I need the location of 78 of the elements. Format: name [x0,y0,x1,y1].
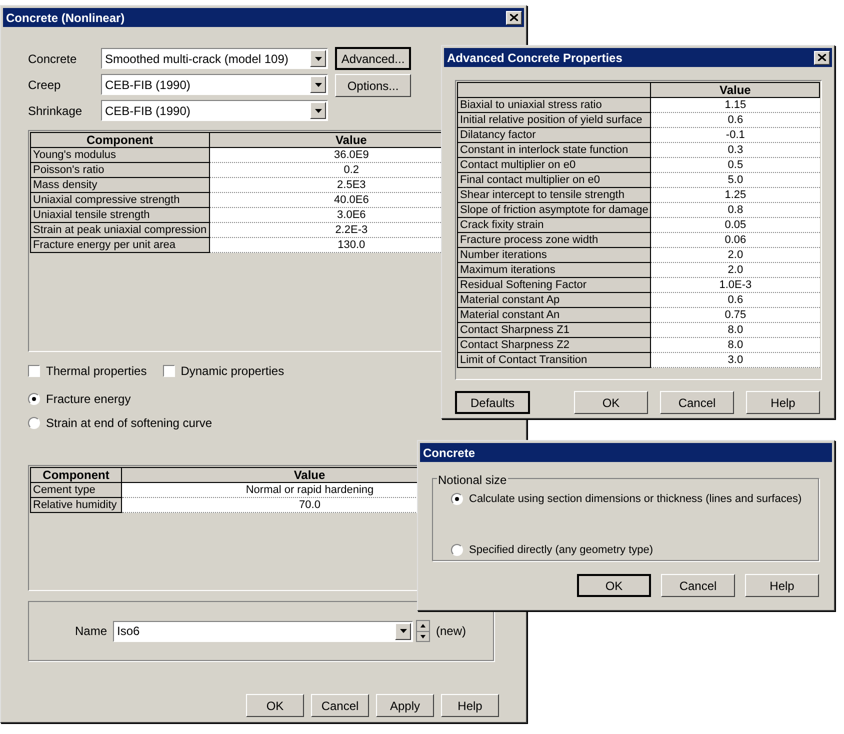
dialog-button[interactable]: Help [746,391,820,414]
dialog-button[interactable]: OK [246,694,304,717]
table-cell: Poisson's ratio [30,162,210,178]
dialog-button[interactable]: Cancel [661,574,735,597]
field-label: Creep [28,76,62,94]
radio-label: Specified directly (any geometry type) [469,542,654,558]
dropdown-field[interactable]: Iso6 [113,620,413,642]
table-cell: Strain at peak uniaxial compression [30,222,210,238]
radio-label: Fracture energy [46,391,131,408]
dialog-button[interactable]: OK [574,391,648,414]
table-cell: Contact multiplier on e0 [458,158,651,172]
table-cell: 3.0 [650,352,820,368]
table-cell: 0.8 [650,202,820,218]
field-label: Concrete [28,50,78,68]
column-header: Component [30,468,122,482]
window-title: Concrete [423,446,476,458]
table-cell: Dilatancy factor [458,128,651,142]
table-cell: 1.15 [650,98,820,112]
table-cell: 2.0 [650,248,820,262]
dialog-button[interactable]: Cancel [660,391,734,414]
dialog-button[interactable]: Help [441,694,499,717]
dialog-button[interactable]: Defaults [455,391,530,414]
table-cell: Uniaxial compressive strength [30,192,210,208]
table-cell: Material constant Ap [458,292,651,308]
table-cell: 1.25 [650,188,820,202]
table-cell: 0.3 [650,142,820,158]
dialog-button[interactable]: Options... [335,74,411,97]
table-cell: 0.06 [650,232,820,248]
table-cell: 0.75 [650,308,820,322]
table-cell: 8.0 [650,338,820,352]
field-label: Name [74,623,107,640]
table-cell: 0.6 [650,292,820,308]
dropdown-field[interactable]: CEB-FIB (1990) [101,74,328,95]
table-cell: Slope of friction asymptote for damage [458,202,651,218]
table-cell: Contact Sharpness Z1 [458,322,651,338]
dialog-button[interactable]: Cancel [311,694,369,717]
table-cell: Shear intercept to tensile strength [458,188,651,202]
table-cell: 8.0 [650,322,820,338]
table-cell: Residual Softening Factor [458,278,651,292]
window-title: Advanced Concrete Properties [447,52,622,64]
table-cell: Final contact multiplier on e0 [458,172,651,188]
column-header: Component [30,132,210,148]
radio-label: Strain at end of softening curve [46,415,212,432]
table-cell: Contact Sharpness Z2 [458,338,651,352]
checkbox-label: Thermal properties [46,363,147,380]
table-cell: Mass density [30,178,210,192]
table-cell: Initial relative position of yield surface [458,112,651,128]
table-cell: Relative humidity [30,498,122,512]
dropdown-field[interactable]: Smoothed multi-crack (model 109) [101,48,328,69]
table-cell: Fracture process zone width [458,232,651,248]
table-cell: Constant in interlock state function [458,142,651,158]
table-cell: 5.0 [650,172,820,188]
table-cell: Maximum iterations [458,262,651,278]
table-cell: -0.1 [650,128,820,142]
window-title: Concrete (Nonlinear) [6,12,125,24]
table-cell: Crack fixity strain [458,218,651,232]
table-cell: 0.5 [650,158,820,172]
dialog-button[interactable]: Advanced... [335,47,411,70]
table-cell: Fracture energy per unit area [30,238,210,252]
dialog-button[interactable]: Help [745,574,819,597]
column-header: Value [650,82,820,98]
table-cell: 2.0 [650,262,820,278]
table-cell: Cement type [30,482,122,498]
dialog-button[interactable]: Apply [376,694,434,717]
table-cell: Material constant An [458,308,651,322]
table-cell: Uniaxial tensile strength [30,208,210,222]
table-cell: Young's modulus [30,148,210,162]
field-label: Shrinkage [28,102,84,120]
table-cell: Limit of Contact Transition [458,352,651,368]
checkbox-label: Dynamic properties [180,363,284,380]
table-cell: Biaxial to uniaxial stress ratio [458,98,651,112]
dropdown-field[interactable]: CEB-FIB (1990) [101,100,328,121]
table-cell: 0.6 [650,112,820,128]
table-cell: 0.05 [650,218,820,232]
table-cell: Number iterations [458,248,651,262]
table-cell: 1.0E-3 [650,278,820,292]
status-text: (new) [436,623,466,640]
dialog-button[interactable]: OK [577,574,651,597]
